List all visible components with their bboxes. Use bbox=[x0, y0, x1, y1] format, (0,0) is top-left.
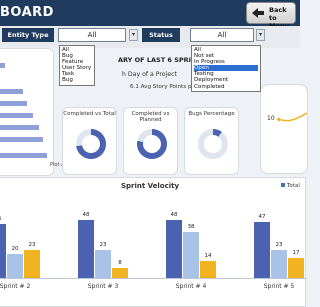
top-bar: BOARD Back to Menu bbox=[0, 0, 300, 30]
x-tick-label: Sprint # 3 bbox=[87, 283, 119, 290]
x-tick-label: Sprint # 2 bbox=[0, 283, 31, 290]
entity-type-options: All Bug Feature User Story Task Bug bbox=[59, 45, 95, 86]
hbar bbox=[0, 125, 39, 130]
hbar bbox=[0, 113, 33, 118]
velocity-bar bbox=[200, 261, 216, 278]
velocity-bar bbox=[78, 220, 94, 278]
completed-vs-total-card: Completed vs Total bbox=[62, 107, 117, 175]
bar-data-label: 38 bbox=[187, 224, 195, 231]
velocity-bar bbox=[183, 232, 199, 278]
summary-subtitle: h Day of a Project bbox=[122, 71, 177, 78]
card-title: Completed vs Total bbox=[63, 111, 116, 117]
donut-chart bbox=[198, 129, 228, 159]
left-bar-chart-panel bbox=[0, 48, 54, 176]
bar-data-label: 47 bbox=[258, 213, 266, 220]
option[interactable]: Completed bbox=[194, 84, 258, 90]
bar-data-label: 48 bbox=[170, 212, 178, 219]
entity-type-select[interactable]: All bbox=[58, 28, 126, 42]
status-dropdown-button[interactable]: ▾ bbox=[256, 29, 265, 41]
velocity-bar bbox=[24, 250, 40, 278]
dashboard-title: BOARD bbox=[0, 5, 54, 20]
trend-value: 10 bbox=[267, 115, 275, 122]
velocity-bar bbox=[0, 224, 6, 278]
sprint-velocity-chart: Sprint Velocity Total 45 20 23 Sprint # 2 48… bbox=[0, 177, 307, 307]
completed-vs-planned-card: Completed vs Planned bbox=[123, 107, 178, 175]
x-tick-label: Sprint # 5 bbox=[263, 283, 295, 290]
velocity-bar bbox=[254, 221, 270, 278]
status-label: Status bbox=[142, 28, 180, 42]
donut-chart bbox=[76, 129, 106, 159]
bar-data-label: 45 bbox=[0, 216, 5, 222]
card-title: Bugs Percentage bbox=[188, 111, 235, 117]
x-tick-label: Sprint # 4 bbox=[175, 283, 207, 290]
back-arrow-icon bbox=[252, 8, 264, 18]
bugs-percentage-card: Bugs Percentage bbox=[184, 107, 239, 175]
entity-type-label: Entity Type bbox=[2, 28, 54, 42]
bar-data-label: 20 bbox=[11, 246, 19, 252]
hbar bbox=[0, 89, 23, 94]
velocity-bar bbox=[112, 268, 128, 278]
legend-total: Total bbox=[287, 183, 300, 189]
hbar bbox=[0, 101, 27, 106]
donut-chart bbox=[137, 129, 167, 159]
velocity-bar bbox=[271, 250, 287, 278]
hbar bbox=[0, 63, 5, 68]
chart-title: Sprint Velocity bbox=[120, 182, 180, 190]
entity-type-dropdown-button[interactable]: ▾ bbox=[129, 29, 138, 41]
option[interactable]: Bug bbox=[62, 77, 92, 83]
back-to-menu-button[interactable]: Back to Menu bbox=[246, 2, 296, 30]
status-select[interactable]: All bbox=[190, 28, 254, 42]
bar-data-label: 14 bbox=[204, 253, 212, 260]
velocity-bar bbox=[95, 250, 111, 278]
card-title: Completed vs Planned bbox=[131, 111, 170, 123]
bar-data-label: 23 bbox=[275, 242, 283, 249]
bar-data-label: 23 bbox=[28, 242, 36, 249]
status-options: All Not set In Progress Open Testing Dep… bbox=[191, 45, 261, 92]
x-axis bbox=[0, 278, 307, 279]
bar-data-label: 23 bbox=[99, 242, 107, 249]
trend-line bbox=[277, 112, 307, 122]
hbar bbox=[0, 137, 43, 142]
chevron-down-icon: ▾ bbox=[258, 31, 262, 38]
velocity-bar bbox=[7, 254, 23, 278]
hbar bbox=[0, 153, 47, 158]
chevron-down-icon: ▾ bbox=[131, 31, 135, 38]
bar-data-label: 48 bbox=[82, 212, 90, 219]
right-trend-panel: 10 bbox=[260, 84, 308, 174]
velocity-bar bbox=[166, 220, 182, 278]
bar-data-label: 8 bbox=[118, 260, 122, 267]
chart-legend: Total bbox=[281, 183, 300, 189]
velocity-bar bbox=[288, 257, 304, 278]
bar-data-label: 17 bbox=[292, 249, 300, 256]
